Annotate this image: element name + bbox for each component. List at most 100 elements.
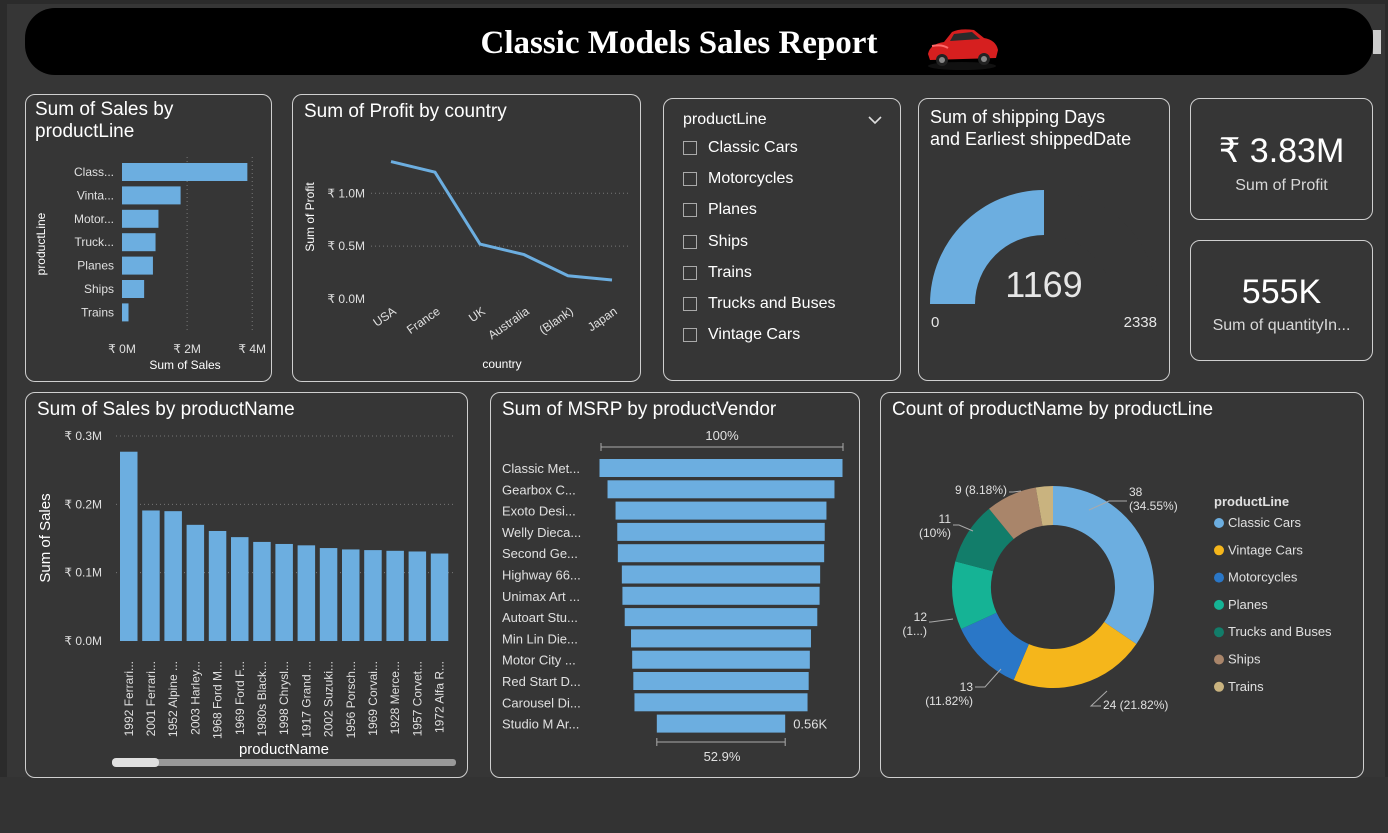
msrp-by-vendor-card[interactable]: Sum of MSRP by productVendor 100% Classic…	[490, 392, 860, 778]
category-label: 1972 Alfa R...	[433, 661, 447, 733]
bar	[122, 163, 248, 181]
bar	[164, 511, 182, 641]
category-label: Planes	[77, 259, 114, 273]
category-label: 1998 Chrysl...	[277, 661, 291, 735]
slicer-checkbox[interactable]	[683, 297, 697, 311]
category-label: Carousel Di...	[502, 695, 581, 710]
profit-kpi-value: ₹ 3.83M	[1218, 132, 1345, 170]
category-label: 2003 Harley...	[188, 661, 202, 735]
slice-data-label: 9 (8.18%)	[955, 483, 1007, 497]
funnel-bar	[621, 565, 821, 584]
category-label: Classic Met...	[502, 461, 580, 476]
slice-data-label: (1...)	[902, 624, 927, 638]
category-label: Trains	[81, 305, 114, 319]
horizontal-scrollbar	[112, 759, 456, 766]
category-label: Vinta...	[77, 188, 114, 202]
category-label: USA	[370, 304, 398, 330]
profit-kpi-card[interactable]: ₹ 3.83M Sum of Profit	[1190, 98, 1373, 220]
slice-data-label: 12	[914, 610, 928, 624]
slice-leader-line	[975, 668, 1002, 688]
gauge-max-label: 2338	[1124, 314, 1157, 331]
bar	[319, 548, 338, 641]
quantity-kpi-card[interactable]: 555K Sum of quantityIn...	[1190, 240, 1373, 361]
slicer-checkbox[interactable]	[683, 328, 697, 343]
funnel-bar	[622, 586, 820, 605]
category-label: UK	[466, 304, 488, 325]
sales-by-productline-card[interactable]: Sum of Sales by productLine Class... Vint…	[25, 94, 272, 382]
bar	[364, 550, 382, 641]
category-label: Autoart Stu...	[502, 610, 578, 625]
category-label: 1928 Merce...	[388, 661, 402, 734]
slicer-item-label: Trains	[708, 263, 752, 281]
slicer-item-label: Classic Cars	[708, 139, 798, 156]
legend-marker	[1214, 545, 1224, 556]
bottom-strip	[0, 777, 1388, 833]
category-label: Studio M Ar...	[502, 717, 579, 732]
legend-item: Vintage Cars	[1228, 542, 1303, 557]
slicer-item[interactable]: Motorcycles	[683, 170, 793, 188]
bar	[122, 280, 145, 298]
category-label: 2002 Suzuki...	[322, 661, 336, 737]
legend-item: Ships	[1228, 652, 1261, 667]
category-label: Highway 66...	[502, 568, 581, 583]
bar	[408, 551, 427, 641]
y-axis-label: productLine	[34, 212, 48, 275]
funnel-bar	[631, 629, 811, 648]
category-label: 1957 Corvet...	[410, 661, 424, 736]
slicer-checkbox[interactable]	[683, 172, 697, 187]
scroll-indicator[interactable]	[1373, 30, 1381, 54]
productline-slicer[interactable]: productLine Classic Cars Motorcycles Plane…	[663, 98, 901, 381]
category-label: France	[404, 304, 443, 337]
x-axis-label: Sum of Sales	[149, 358, 220, 372]
legend-item: Classic Cars	[1228, 515, 1301, 530]
category-label: (Blank)	[537, 304, 576, 337]
category-label: 1968 Ford M...	[211, 661, 225, 739]
bar	[122, 303, 129, 322]
title-bar: Classic Models Sales Report	[25, 8, 1381, 75]
funnel-bar	[599, 459, 843, 477]
count-by-productline-card[interactable]: Count of productName by productLine 38 (3…	[880, 392, 1364, 778]
tick-label: ₹ 0.2M	[64, 497, 102, 511]
msrp-by-vendor-chart: 100% Classic Met... Gearbox C... Exoto Desi…	[502, 428, 844, 764]
legend-item: Motorcycles	[1228, 570, 1298, 585]
category-label: 1992 Ferrari...	[122, 661, 136, 736]
slicer-header: productLine	[683, 111, 767, 128]
slicer-item[interactable]: Planes	[683, 201, 757, 219]
bar	[122, 233, 156, 252]
shipping-days-gauge-card[interactable]: Sum of shipping Days and Earliest shippe…	[918, 98, 1170, 381]
slicer-checkbox[interactable]	[683, 234, 697, 249]
slicer-item[interactable]: Classic Cars	[683, 139, 798, 157]
bar	[275, 543, 293, 641]
category-label: Motor City ...	[502, 653, 576, 668]
bar	[297, 545, 316, 641]
slicer-checkbox[interactable]	[683, 141, 697, 155]
category-label: 1917 Grand ...	[299, 661, 313, 738]
tick-label: ₹ 0.5M	[327, 239, 365, 253]
slicer-item[interactable]: Trucks and Buses	[683, 295, 835, 313]
y-axis-label: Sum of Sales	[37, 493, 54, 582]
profit-line	[390, 160, 613, 282]
slice-data-label: 13	[960, 680, 974, 694]
funnel-bar	[656, 714, 786, 733]
slicer-item[interactable]: Ships	[683, 233, 748, 251]
slicer-item[interactable]: Vintage Cars	[683, 326, 800, 344]
category-label: Japan	[585, 304, 620, 334]
bar	[430, 553, 449, 641]
legend-item: Trucks and Buses	[1228, 624, 1332, 639]
category-label: Truck...	[74, 235, 114, 249]
funnel-bar	[634, 693, 808, 712]
scrollbar-thumb	[112, 758, 159, 767]
sales-by-productname-card[interactable]: Sum of Sales by productName ₹ 0.0M ₹ 0.1M…	[25, 392, 468, 778]
sales-by-productline-chart: Class... Vinta... Motor... Truck... Planes Sh…	[34, 157, 266, 372]
profit-by-country-card[interactable]: Sum of Profit by country ₹ 0.0M ₹ 0.5M ₹ 1…	[292, 94, 641, 382]
bar	[208, 530, 227, 641]
slicer-item[interactable]: Trains	[683, 264, 752, 282]
tick-label: ₹ 4M	[238, 342, 266, 356]
category-label: Motor...	[74, 212, 114, 226]
legend-marker	[1214, 627, 1224, 638]
slice-data-label: 11	[939, 512, 952, 526]
chevron-down-icon[interactable]	[868, 115, 882, 125]
slicer-checkbox[interactable]	[683, 203, 697, 218]
slicer-checkbox[interactable]	[683, 265, 697, 280]
category-label: Australia	[485, 304, 532, 342]
